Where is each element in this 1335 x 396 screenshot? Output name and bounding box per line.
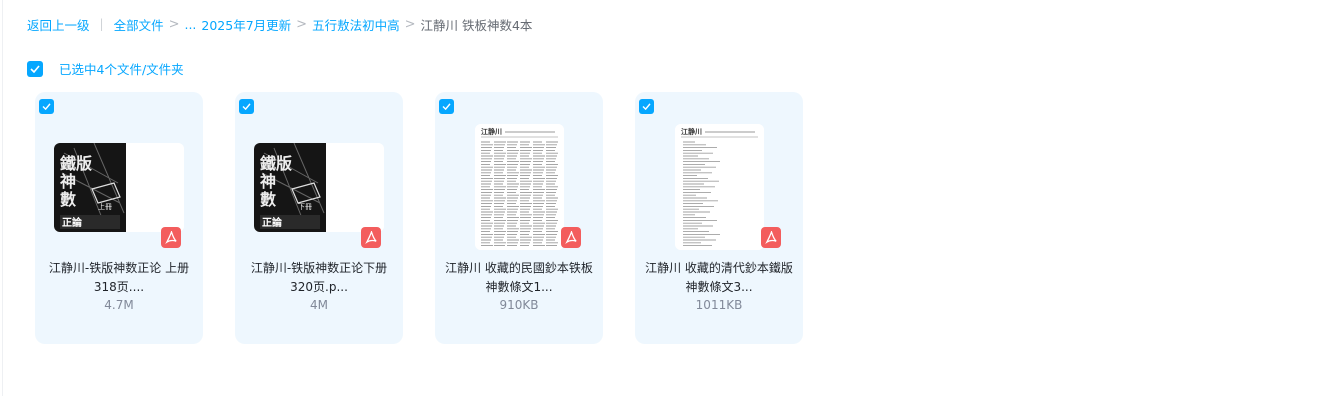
file-thumbnail: 江静川 — [475, 124, 564, 250]
cover-title-3: 數 — [60, 190, 76, 209]
file-name: 江静川 收藏的清代鈔本鐵版神數條文3... — [645, 261, 793, 294]
cover-bottom: 正論 — [262, 216, 283, 229]
book-cover-image: 鐵版 神 數 下冊 正論 — [254, 143, 384, 232]
file-checkbox[interactable] — [39, 99, 54, 114]
file-grid: 鐵版 神 數 上冊 正論 江静川-铁版神数正论 上册318页.... 4.7M — [35, 92, 835, 344]
file-name: 江静川-铁版神数正论下册320页.p... — [250, 261, 388, 294]
document-page-image: 江静川 — [675, 124, 764, 250]
check-icon — [42, 103, 51, 110]
file-card[interactable]: 江静川 江静川 收藏的民國鈔本铁板神數條文1... 910KB — [435, 92, 603, 344]
chevron-right-icon: > — [296, 16, 308, 32]
selection-bar: 已选中4个文件/文件夹 — [27, 59, 184, 78]
book-cover-image: 鐵版 神 數 上冊 正論 — [54, 143, 184, 232]
file-thumbnail: 江静川 — [675, 124, 764, 250]
file-thumbnail: 鐵版 神 數 下冊 正論 — [254, 143, 384, 232]
cover-title-2: 神 — [60, 172, 76, 191]
pdf-icon — [761, 227, 781, 248]
cover-sub: 下冊 — [298, 203, 312, 211]
crumb-wuxing[interactable]: 五行敖法初中高 — [312, 15, 400, 34]
pdf-icon — [161, 227, 181, 248]
crumb-current: 江静川 铁板神数4本 — [420, 17, 533, 33]
crumb-2025-july[interactable]: 2025年7月更新 — [201, 15, 291, 34]
chevron-right-icon: > — [404, 16, 416, 32]
file-name: 江静川-铁版神数正论 上册318页.... — [48, 261, 190, 294]
doc-heading: 江静川 — [481, 127, 502, 136]
cover-title-1: 鐵版 — [260, 154, 292, 173]
crumb-ellipsis[interactable]: ... — [184, 17, 196, 32]
doc-heading: 江静川 — [681, 127, 702, 136]
cover-bottom: 正論 — [62, 216, 83, 229]
panel-edge — [2, 0, 3, 396]
check-icon — [30, 64, 40, 73]
document-page-image: 江静川 — [475, 124, 564, 250]
breadcrumb: 返回上一级 | 全部文件 > ... 2025年7月更新 > 五行敖法初中高 >… — [27, 15, 532, 33]
cover-title-3: 數 — [260, 190, 276, 209]
file-size: 1011KB — [695, 298, 743, 312]
chevron-right-icon: > — [168, 16, 180, 32]
file-checkbox[interactable] — [639, 99, 654, 114]
cover-title-2: 神 — [260, 172, 276, 191]
file-checkbox[interactable] — [239, 99, 254, 114]
file-card[interactable]: 鐵版 神 數 上冊 正論 江静川-铁版神数正论 上册318页.... 4.7M — [35, 92, 203, 344]
cover-sub: 上冊 — [98, 202, 112, 211]
pdf-icon — [561, 227, 581, 248]
check-icon — [242, 103, 251, 110]
selection-count-text: 已选中4个文件/文件夹 — [59, 62, 184, 77]
file-name: 江静川 收藏的民國鈔本铁板神數條文1... — [445, 261, 593, 294]
file-size: 4.7M — [104, 298, 134, 312]
file-thumbnail: 鐵版 神 數 上冊 正論 — [54, 143, 184, 232]
pdf-icon — [361, 227, 381, 248]
back-link[interactable]: 返回上一级 — [27, 15, 90, 34]
file-checkbox[interactable] — [439, 99, 454, 114]
file-size: 910KB — [499, 298, 539, 312]
breadcrumb-divider: | — [99, 17, 104, 31]
file-card[interactable]: 鐵版 神 數 下冊 正論 江静川-铁版神数正论下册320页.p... 4M — [235, 92, 403, 344]
crumb-all-files[interactable]: 全部文件 — [114, 15, 164, 34]
file-size: 4M — [310, 298, 328, 312]
check-icon — [642, 103, 651, 110]
cover-title-1: 鐵版 — [60, 154, 92, 173]
check-icon — [442, 103, 451, 110]
file-card[interactable]: 江静川 江静川 收藏的清代鈔本鐵版神數條文3... 1011KB — [635, 92, 803, 344]
select-all-checkbox[interactable] — [27, 60, 43, 77]
